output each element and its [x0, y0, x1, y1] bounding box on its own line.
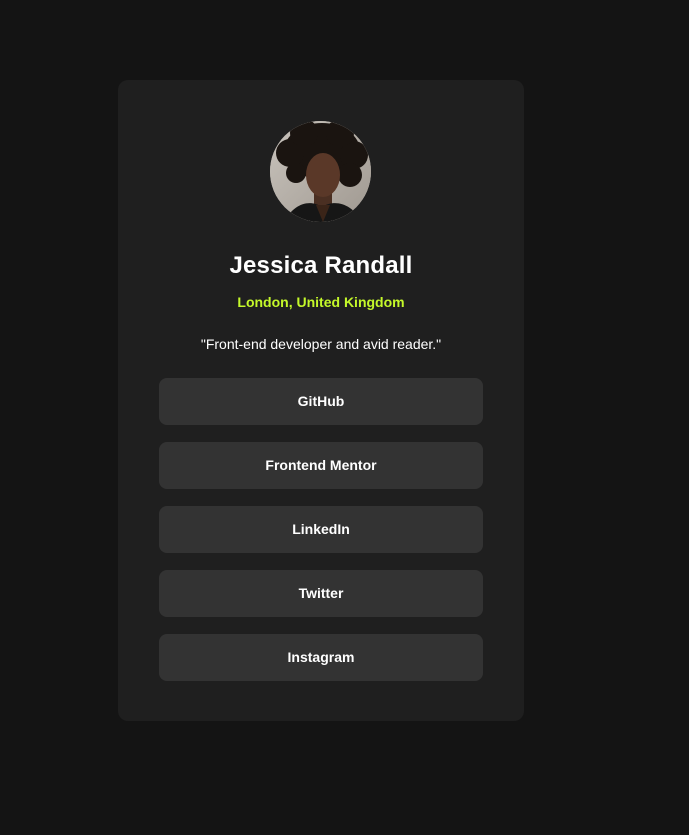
avatar	[270, 121, 371, 222]
social-links-list: GitHub Frontend Mentor LinkedIn Twitter …	[159, 378, 483, 681]
profile-name: Jessica Randall	[229, 252, 413, 279]
linkedin-link-button[interactable]: LinkedIn	[159, 506, 483, 553]
avatar-portrait-icon	[270, 121, 371, 222]
twitter-link-button[interactable]: Twitter	[159, 570, 483, 617]
profile-location: London, United Kingdom	[237, 294, 405, 310]
frontend-mentor-link-button[interactable]: Frontend Mentor	[159, 442, 483, 489]
github-link-button[interactable]: GitHub	[159, 378, 483, 425]
instagram-link-button[interactable]: Instagram	[159, 634, 483, 681]
profile-bio: "Front-end developer and avid reader."	[200, 336, 442, 352]
page: Jessica Randall London, United Kingdom "…	[0, 0, 689, 835]
profile-card: Jessica Randall London, United Kingdom "…	[118, 80, 524, 721]
